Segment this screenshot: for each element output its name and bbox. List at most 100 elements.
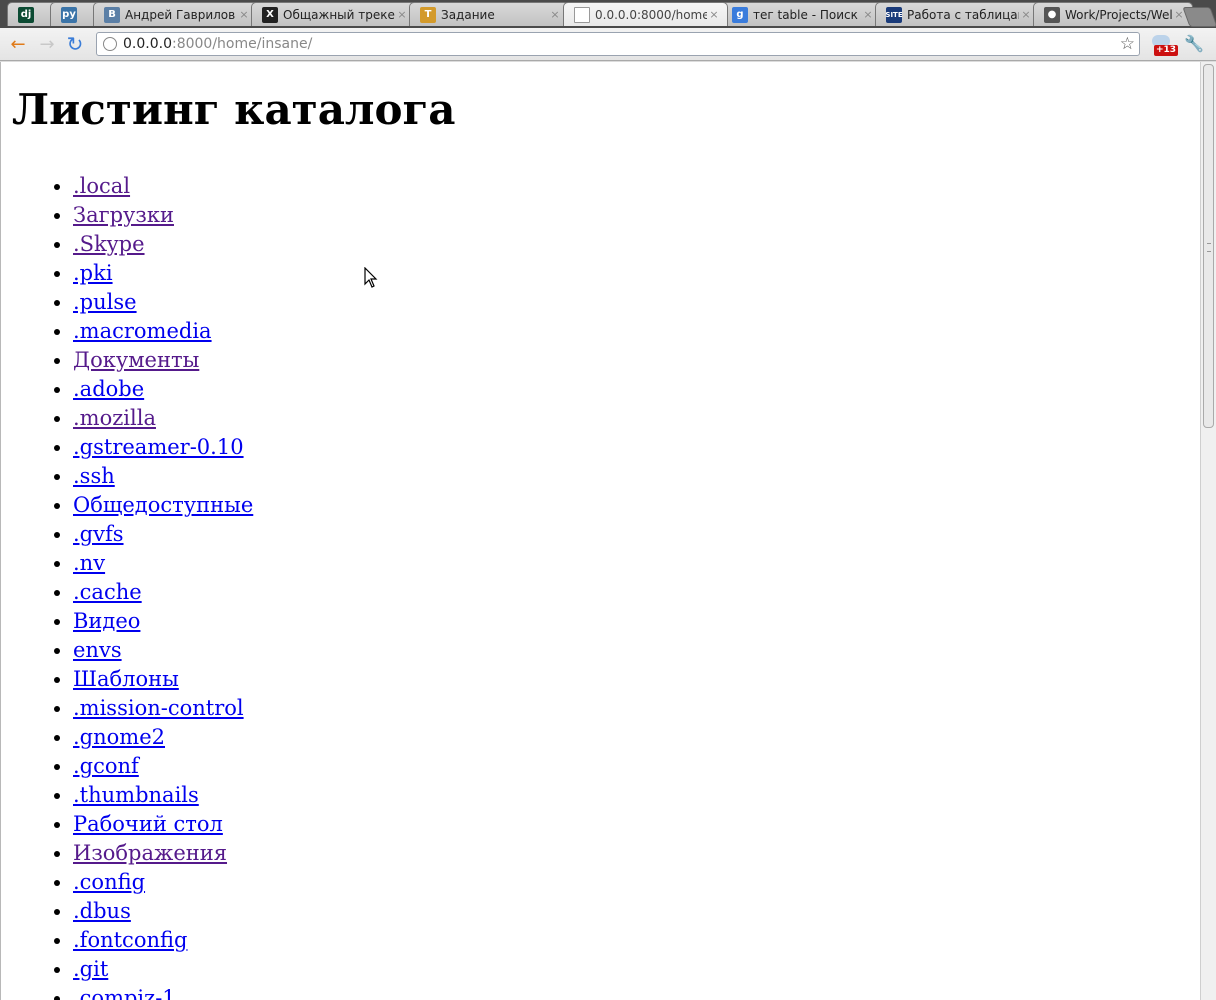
wrench-menu-icon[interactable]: 🔧 <box>1184 34 1204 53</box>
list-item: .gstreamer-0.10 <box>73 433 1200 462</box>
directory-link[interactable]: envs <box>73 638 122 662</box>
list-item: Документы <box>73 346 1200 375</box>
tab-close-icon[interactable]: × <box>861 8 875 21</box>
directory-link[interactable]: .git <box>73 957 108 981</box>
tab-close-icon[interactable]: × <box>395 8 409 21</box>
directory-listing-page: Листинг каталога .local Загрузки .Skype .pk… <box>1 62 1200 1000</box>
extension-button[interactable]: +13 <box>1150 33 1179 57</box>
scrollbar-thumb[interactable] <box>1203 64 1214 428</box>
extension-badge: +13 <box>1154 45 1179 56</box>
directory-link[interactable]: .compiz-1 <box>73 986 176 1000</box>
list-item: .compiz-1 <box>73 984 1200 1000</box>
list-item: .gconf <box>73 752 1200 781</box>
directory-link[interactable]: .local <box>73 174 130 198</box>
directory-link[interactable]: .gvfs <box>73 522 124 546</box>
tab-close-icon[interactable]: × <box>548 8 562 21</box>
directory-link[interactable]: .gnome2 <box>73 725 165 749</box>
tab-4[interactable]: T Задание × <box>409 2 569 26</box>
back-arrow-icon[interactable]: ← <box>7 33 29 55</box>
directory-link[interactable]: .ssh <box>73 464 115 488</box>
directory-list: .local Загрузки .Skype .pki .pulse .macromedi… <box>12 172 1200 1000</box>
tab-title: Задание <box>441 7 495 22</box>
list-item: .nv <box>73 549 1200 578</box>
list-item: .local <box>73 172 1200 201</box>
list-item: .mission-control <box>73 694 1200 723</box>
directory-link[interactable]: .thumbnails <box>73 783 199 807</box>
directory-link[interactable]: Рабочий стол <box>73 812 223 836</box>
tab-close-icon[interactable]: × <box>237 8 251 21</box>
list-item: .adobe <box>73 375 1200 404</box>
tab-close-icon[interactable]: × <box>707 8 721 21</box>
tab-title: Андрей Гаврилов <box>125 7 236 22</box>
directory-link[interactable]: Шаблоны <box>73 667 179 691</box>
address-path: :8000/home/insane/ <box>171 36 313 52</box>
bookmark-star-icon[interactable]: ☆ <box>1120 34 1135 54</box>
tab-2[interactable]: B Андрей Гаврилов × <box>93 2 258 26</box>
page-info-icon[interactable] <box>103 37 117 51</box>
tab-close-icon[interactable]: × <box>1019 8 1033 21</box>
directory-link[interactable]: .nv <box>73 551 105 575</box>
address-url[interactable]: 0.0.0.0:8000/home/insane/ <box>123 36 312 52</box>
directory-link[interactable]: .config <box>73 870 145 894</box>
directory-link[interactable]: Документы <box>73 348 199 372</box>
tracker-icon: X <box>262 6 278 23</box>
directory-link[interactable]: .macromedia <box>73 319 212 343</box>
list-item: .Skype <box>73 230 1200 259</box>
page-viewport: Листинг каталога .local Загрузки .Skype .pk… <box>0 62 1200 1000</box>
directory-link[interactable]: .gconf <box>73 754 139 778</box>
tab-strip: dj py B Андрей Гаврилов × X Общажный трекер × T З… <box>0 0 1216 28</box>
address-bar[interactable]: 0.0.0.0:8000/home/insane/ ☆ <box>96 32 1140 56</box>
mouse-cursor-icon <box>364 267 378 288</box>
tab-title: Общажный трекер <box>283 7 395 22</box>
list-item: .git <box>73 955 1200 984</box>
list-item: .pki <box>73 259 1200 288</box>
google-icon: g <box>732 6 748 23</box>
forward-arrow-icon[interactable]: → <box>36 33 58 55</box>
task-icon: T <box>420 6 436 23</box>
github-icon: ● <box>1044 6 1060 23</box>
list-item: .dbus <box>73 897 1200 926</box>
directory-link[interactable]: .gstreamer-0.10 <box>73 435 244 459</box>
directory-link[interactable]: .cache <box>73 580 142 604</box>
list-item: Загрузки <box>73 201 1200 230</box>
list-item: .ssh <box>73 462 1200 491</box>
list-item: Изображения <box>73 839 1200 868</box>
python-icon: py <box>61 6 77 23</box>
address-host: 0.0.0.0 <box>123 36 172 52</box>
toolbar: ← → ↻ 0.0.0.0:8000/home/insane/ ☆ +13 🔧 <box>0 28 1216 61</box>
directory-link[interactable]: .mozilla <box>73 406 156 430</box>
directory-link[interactable]: .adobe <box>73 377 144 401</box>
vertical-scrollbar[interactable] <box>1200 62 1216 1000</box>
list-item: .macromedia <box>73 317 1200 346</box>
directory-link[interactable]: Видео <box>73 609 140 633</box>
list-item: .gvfs <box>73 520 1200 549</box>
directory-link[interactable]: .pki <box>73 261 113 285</box>
directory-link[interactable]: .mission-control <box>73 696 244 720</box>
vk-icon: B <box>104 6 120 23</box>
directory-link[interactable]: .dbus <box>73 899 131 923</box>
tab-title: Работа с таблицами <box>907 7 1019 22</box>
directory-link[interactable]: Загрузки <box>73 203 174 227</box>
tab-3[interactable]: X Общажный трекер × <box>251 2 416 26</box>
list-item: .gnome2 <box>73 723 1200 752</box>
page-icon <box>574 6 590 23</box>
tab-7[interactable]: SITE Работа с таблицами× <box>875 2 1040 26</box>
directory-link[interactable]: .fontconfig <box>73 928 187 952</box>
directory-link[interactable]: Изображения <box>73 841 227 865</box>
directory-link[interactable]: Общедоступные <box>73 493 253 517</box>
list-item: .mozilla <box>73 404 1200 433</box>
list-item: Видео <box>73 607 1200 636</box>
tab-8[interactable]: ● Work/Projects/Wel × <box>1033 2 1193 26</box>
list-item: .config <box>73 868 1200 897</box>
tab-title: 0.0.0.0:8000/home/ <box>595 7 707 22</box>
directory-link[interactable]: .Skype <box>73 232 145 256</box>
tab-title: Work/Projects/Wel <box>1065 7 1172 22</box>
list-item: Общедоступные <box>73 491 1200 520</box>
page-title: Листинг каталога <box>12 85 456 134</box>
tab-6[interactable]: g тег table - Поиск в × <box>721 2 882 26</box>
htmlbook-icon: SITE <box>885 6 903 23</box>
list-item: .cache <box>73 578 1200 607</box>
reload-icon[interactable]: ↻ <box>64 32 86 56</box>
tab-5[interactable]: 0.0.0.0:8000/home/× <box>563 2 728 26</box>
directory-link[interactable]: .pulse <box>73 290 137 314</box>
